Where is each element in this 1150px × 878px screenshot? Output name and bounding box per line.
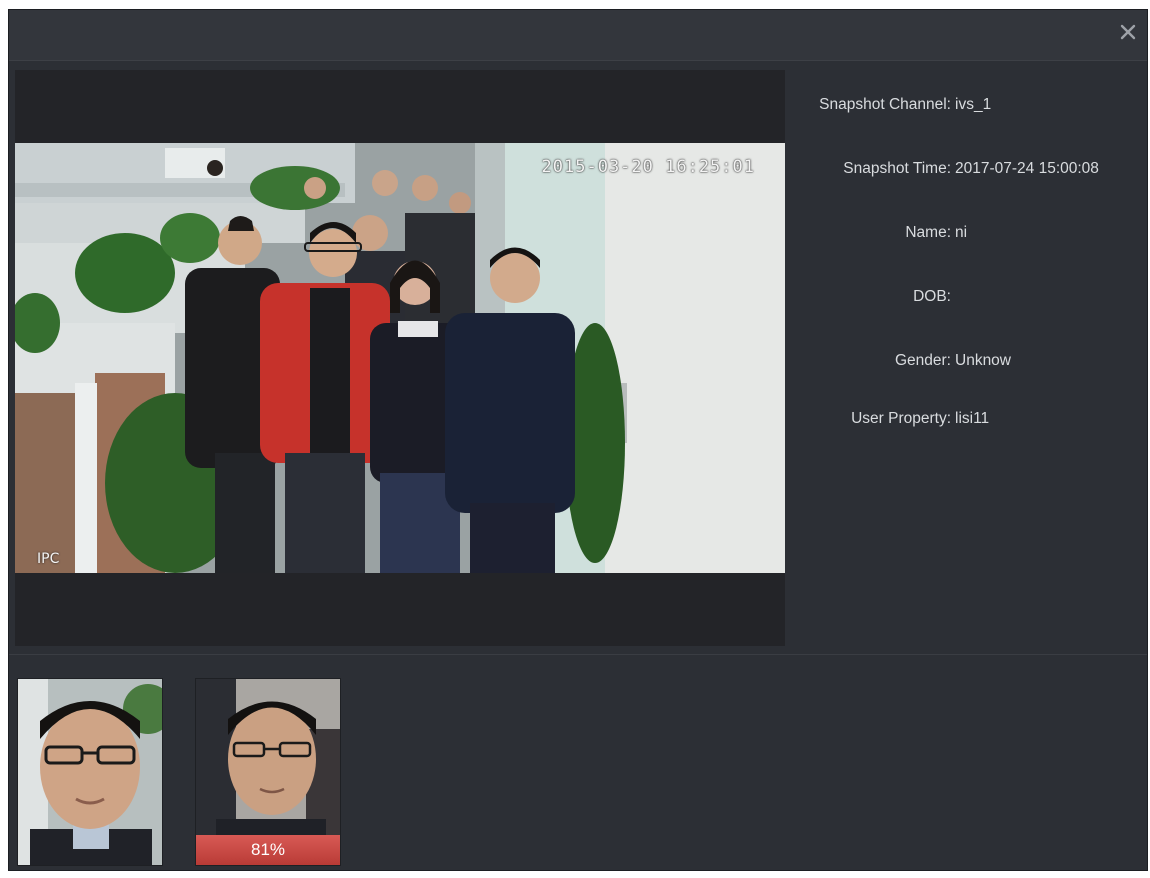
face-snapshot-image [18, 679, 162, 865]
section-divider [9, 654, 1147, 655]
user-property-label: User Property: [851, 410, 951, 427]
name-label: Name: [905, 224, 951, 241]
scene-image [15, 143, 785, 573]
info-row-dob: DOB: [785, 288, 1141, 310]
snapshot-channel-label: Snapshot Channel: [819, 96, 951, 113]
snapshot-info-panel: Snapshot Channel: ivs_1 Snapshot Time: 2… [785, 70, 1141, 646]
gender-value: Unknow [955, 352, 1011, 369]
close-icon [1120, 24, 1136, 40]
osd-timestamp: 2015-03-20 16:25:01 [541, 157, 755, 177]
close-button[interactable] [1115, 19, 1141, 45]
osd-camera-label: IPC [37, 551, 60, 567]
face-match-thumbnail[interactable]: 81% [195, 678, 341, 866]
snapshot-time-value: 2017-07-24 15:00:08 [955, 160, 1099, 177]
snapshot-time-label: Snapshot Time: [843, 160, 951, 177]
dob-label: DOB: [913, 288, 951, 305]
info-row-channel: Snapshot Channel: ivs_1 [785, 96, 1141, 118]
info-row-user-property: User Property: lisi11 [785, 410, 1141, 432]
dialog-titlebar [9, 10, 1147, 61]
user-property-value: lisi11 [955, 410, 990, 427]
info-row-name: Name: ni [785, 224, 1141, 246]
info-row-time: Snapshot Time: 2017-07-24 15:00:08 [785, 160, 1141, 182]
face-snapshot-thumbnail[interactable] [17, 678, 163, 866]
scene-snapshot-image: 2015-03-20 16:25:01 IPC [15, 143, 785, 573]
name-value: ni [955, 224, 968, 241]
snapshot-channel-value: ivs_1 [955, 96, 992, 113]
snapshot-viewer: 2015-03-20 16:25:01 IPC [15, 70, 785, 646]
similarity-badge: 81% [196, 835, 340, 865]
snapshot-detail-dialog: 2015-03-20 16:25:01 IPC Snapshot Channel… [8, 9, 1148, 871]
gender-label: Gender: [894, 352, 951, 369]
info-row-gender: Gender: Unknow [785, 352, 1141, 374]
